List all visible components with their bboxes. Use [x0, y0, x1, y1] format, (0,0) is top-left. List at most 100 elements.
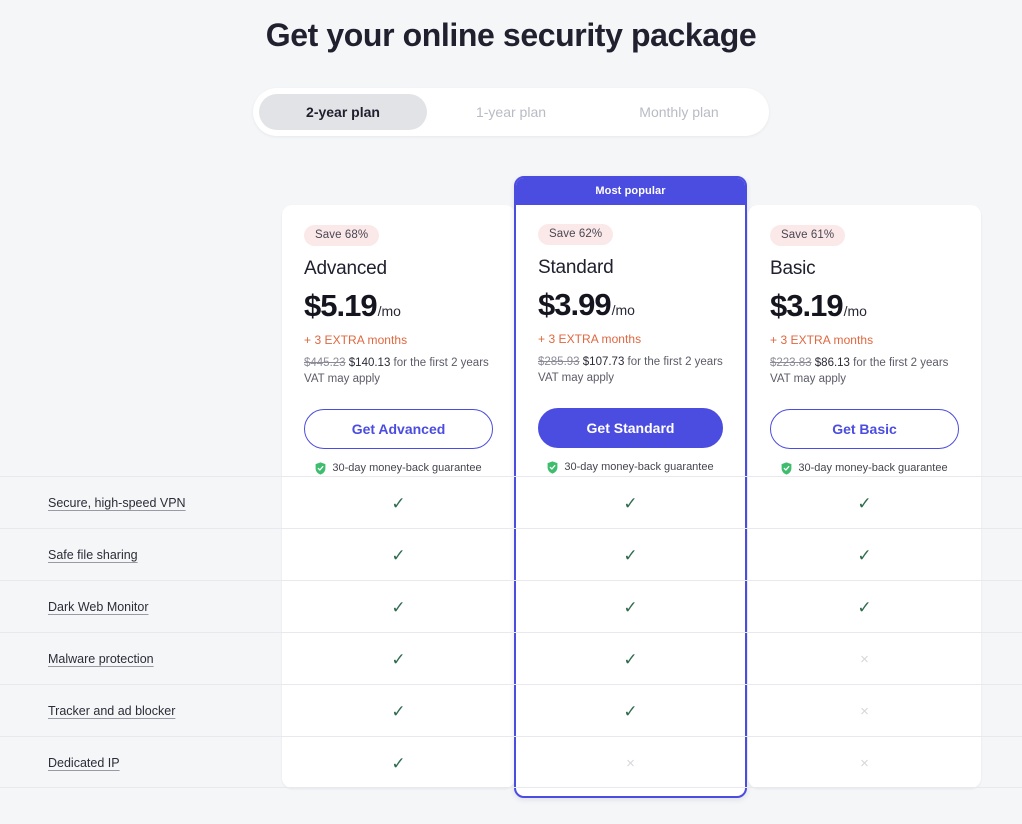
extra-months-advanced: + 3 EXTRA months: [304, 333, 408, 347]
new-price-advanced: $140.13: [348, 357, 391, 369]
feature-label-secure-high-speed-vpn[interactable]: Secure, high-speed VPN: [48, 477, 186, 529]
feature-label-dedicated-ip[interactable]: Dedicated IP: [48, 737, 120, 789]
terms-suffix-basic: for the first 2 years: [849, 357, 949, 369]
check-icon: ✓: [857, 597, 872, 617]
feature-row: Secure, high-speed VPN ✓ ✓ ✓: [0, 476, 1022, 528]
feature-cell-standard: ✓: [514, 581, 747, 633]
plan-name-advanced: Advanced: [304, 258, 387, 279]
feature-cell-basic: ×: [748, 737, 981, 789]
new-price-standard: $107.73: [582, 356, 625, 368]
check-icon: ✓: [391, 649, 406, 669]
cross-icon: ×: [626, 754, 635, 772]
cross-icon: ×: [860, 754, 869, 772]
feature-row: Safe file sharing ✓ ✓ ✓: [0, 528, 1022, 580]
old-price-standard: $285.93: [538, 356, 580, 368]
plan-name-standard: Standard: [538, 257, 614, 278]
terms-suffix-advanced: for the first 2 years: [390, 357, 489, 369]
check-icon: ✓: [391, 597, 406, 617]
terms-suffix-standard: for the first 2 years: [624, 356, 723, 368]
plan-name-basic: Basic: [770, 258, 816, 279]
feature-cell-advanced: ✓: [282, 581, 515, 633]
feature-cell-standard: ×: [514, 737, 747, 789]
get-standard-button[interactable]: Get Standard: [538, 407, 723, 448]
feature-label-malware-protection[interactable]: Malware protection: [48, 633, 154, 685]
feature-cell-basic: ✓: [748, 477, 981, 529]
get-advanced-button[interactable]: Get Advanced: [304, 408, 493, 449]
get-basic-button[interactable]: Get Basic: [770, 408, 959, 449]
guarantee-standard: 30-day money-back guarantee: [538, 461, 723, 474]
plan-switcher-wrap: 2-year plan 1-year plan Monthly plan: [0, 88, 1022, 136]
price-amount-advanced: $5.19: [304, 288, 378, 323]
guarantee-text-basic: 30-day money-back guarantee: [798, 462, 948, 475]
save-badge-standard: Save 62%: [538, 224, 614, 245]
tab-monthly-plan[interactable]: Monthly plan: [595, 94, 763, 130]
save-badge-advanced: Save 68%: [304, 225, 380, 246]
price-amount-basic: $3.19: [770, 288, 844, 323]
feature-row: Tracker and ad blocker ✓ ✓ ×: [0, 684, 1022, 736]
feature-cell-standard: ✓: [514, 685, 747, 737]
feature-cell-advanced: ✓: [282, 477, 515, 529]
feature-row: Dark Web Monitor ✓ ✓ ✓: [0, 580, 1022, 632]
save-badge-basic: Save 61%: [770, 225, 846, 246]
feature-cell-advanced: ✓: [282, 633, 515, 685]
vat-note-advanced: VAT may apply: [304, 373, 381, 386]
feature-cell-advanced: ✓: [282, 685, 515, 737]
tab-2-year-plan[interactable]: 2-year plan: [259, 94, 427, 130]
guarantee-text-advanced: 30-day money-back guarantee: [332, 462, 482, 475]
check-icon: ✓: [391, 493, 406, 513]
check-icon: ✓: [857, 545, 872, 565]
most-popular-banner: Most popular: [516, 178, 745, 205]
check-icon: ✓: [391, 753, 406, 773]
feature-cell-basic: ✓: [748, 529, 981, 581]
feature-cell-basic: ×: [748, 633, 981, 685]
price-amount-standard: $3.99: [538, 287, 612, 322]
feature-cell-standard: ✓: [514, 529, 747, 581]
plan-terms-basic: $223.83 $86.13 for the first 2 years VAT…: [770, 355, 959, 388]
extra-months-standard: + 3 EXTRA months: [538, 332, 642, 346]
old-price-advanced: $445.23: [304, 357, 346, 369]
check-icon: ✓: [391, 701, 406, 721]
check-icon: ✓: [623, 493, 638, 513]
feature-cell-advanced: ✓: [282, 529, 515, 581]
shield-check-icon: [781, 462, 792, 475]
cross-icon: ×: [860, 650, 869, 668]
price-period-standard: /mo: [611, 302, 635, 318]
cross-icon: ×: [860, 702, 869, 720]
guarantee-advanced: 30-day money-back guarantee: [304, 462, 493, 475]
feature-label-tracker-and-ad-blocker[interactable]: Tracker and ad blocker: [48, 685, 175, 737]
feature-row: Dedicated IP ✓ × ×: [0, 736, 1022, 788]
feature-cell-basic: ×: [748, 685, 981, 737]
shield-check-icon: [547, 461, 558, 474]
price-period-advanced: /mo: [377, 303, 401, 319]
plan-terms-advanced: $445.23 $140.13 for the first 2 years VA…: [304, 355, 493, 388]
new-price-basic: $86.13: [814, 357, 850, 369]
shield-check-icon: [315, 462, 326, 475]
check-icon: ✓: [623, 597, 638, 617]
plan-price-basic: $3.19 /mo: [770, 288, 959, 324]
plan-terms-standard: $285.93 $107.73 for the first 2 years VA…: [538, 354, 723, 387]
vat-note-standard: VAT may apply: [538, 372, 615, 385]
extra-months-basic: + 3 EXTRA months: [770, 333, 874, 347]
plan-switcher[interactable]: 2-year plan 1-year plan Monthly plan: [253, 88, 769, 136]
plan-price-standard: $3.99 /mo: [538, 287, 723, 323]
feature-cell-standard: ✓: [514, 633, 747, 685]
tab-1-year-plan[interactable]: 1-year plan: [427, 94, 595, 130]
feature-label-safe-file-sharing[interactable]: Safe file sharing: [48, 529, 138, 581]
page-title: Get your online security package: [265, 17, 757, 53]
old-price-basic: $223.83: [770, 357, 812, 369]
price-period-basic: /mo: [843, 303, 867, 319]
feature-cell-advanced: ✓: [282, 737, 515, 789]
feature-cell-basic: ✓: [748, 581, 981, 633]
feature-cell-standard: ✓: [514, 477, 747, 529]
guarantee-basic: 30-day money-back guarantee: [770, 462, 959, 475]
feature-row: Malware protection ✓ ✓ ×: [0, 632, 1022, 684]
check-icon: ✓: [857, 493, 872, 513]
check-icon: ✓: [623, 649, 638, 669]
check-icon: ✓: [623, 545, 638, 565]
vat-note-basic: VAT may apply: [770, 373, 847, 386]
plan-price-advanced: $5.19 /mo: [304, 288, 493, 324]
guarantee-text-standard: 30-day money-back guarantee: [564, 461, 714, 474]
feature-label-dark-web-monitor[interactable]: Dark Web Monitor: [48, 581, 149, 633]
check-icon: ✓: [391, 545, 406, 565]
check-icon: ✓: [623, 701, 638, 721]
